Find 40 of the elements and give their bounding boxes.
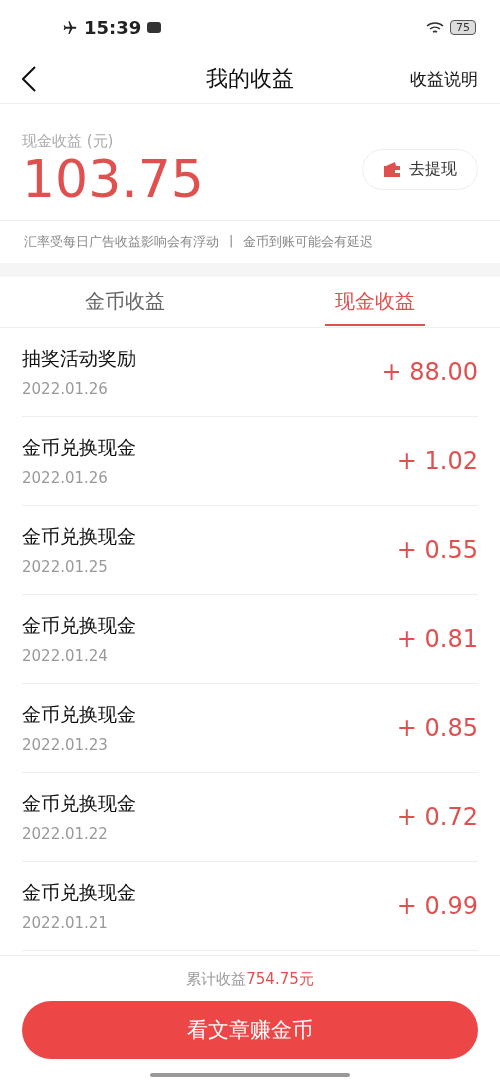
record-amount: + 1.02: [396, 447, 478, 476]
help-link[interactable]: 收益说明: [410, 67, 478, 91]
record-title: 金币兑换现金: [22, 702, 136, 728]
read-articles-button[interactable]: 看文章赚金币: [22, 1001, 478, 1059]
record-amount: + 0.85: [396, 714, 478, 743]
battery-level: 75: [450, 20, 476, 35]
record-date: 2022.01.22: [22, 825, 109, 844]
clock-time: 15:39: [84, 17, 142, 38]
balance-amount: 103.75: [22, 151, 204, 209]
record-amount: + 0.81: [396, 625, 478, 654]
tab[interactable]: 金币收益: [0, 277, 250, 328]
wifi-icon: [426, 20, 444, 35]
total-label: 累计收益: [186, 970, 247, 988]
notice-text: 汇率受每日广告收益影响会有浮动: [24, 233, 219, 252]
back-icon[interactable]: [22, 66, 36, 92]
balance-label: 现金收益 (元): [22, 132, 115, 151]
record-amount: + 88.00: [381, 358, 478, 387]
notice-text: |: [229, 233, 234, 251]
record-title: 金币兑换现金: [22, 435, 136, 461]
record-title: 金币兑换现金: [22, 613, 136, 639]
tab[interactable]: 现金收益: [250, 277, 500, 328]
record-date: 2022.01.24: [22, 647, 109, 666]
record-amount: + 0.99: [396, 892, 478, 921]
record-date: 2022.01.23: [22, 736, 109, 755]
app-icon: [147, 22, 162, 33]
record-date: 2022.01.26: [22, 469, 109, 488]
record-title: 金币兑换现金: [22, 524, 136, 550]
record-amount: + 0.55: [396, 536, 478, 565]
record-date: 2022.01.26: [22, 380, 109, 399]
record-title: 金币兑换现金: [22, 791, 136, 817]
record-date: 2022.01.21: [22, 914, 109, 933]
wallet-icon: [383, 161, 401, 178]
total-amount: 754.75元: [246, 970, 314, 988]
record-title: 金币兑换现金: [22, 880, 136, 906]
record-title: 抽奖活动奖励: [22, 346, 136, 372]
record-amount: + 0.72: [396, 803, 478, 832]
record-date: 2022.01.25: [22, 558, 109, 577]
page-title: 我的收益: [206, 65, 294, 93]
notice-text: 金币到账可能会有延迟: [243, 233, 374, 252]
withdraw-button[interactable]: 去提现: [362, 149, 478, 191]
